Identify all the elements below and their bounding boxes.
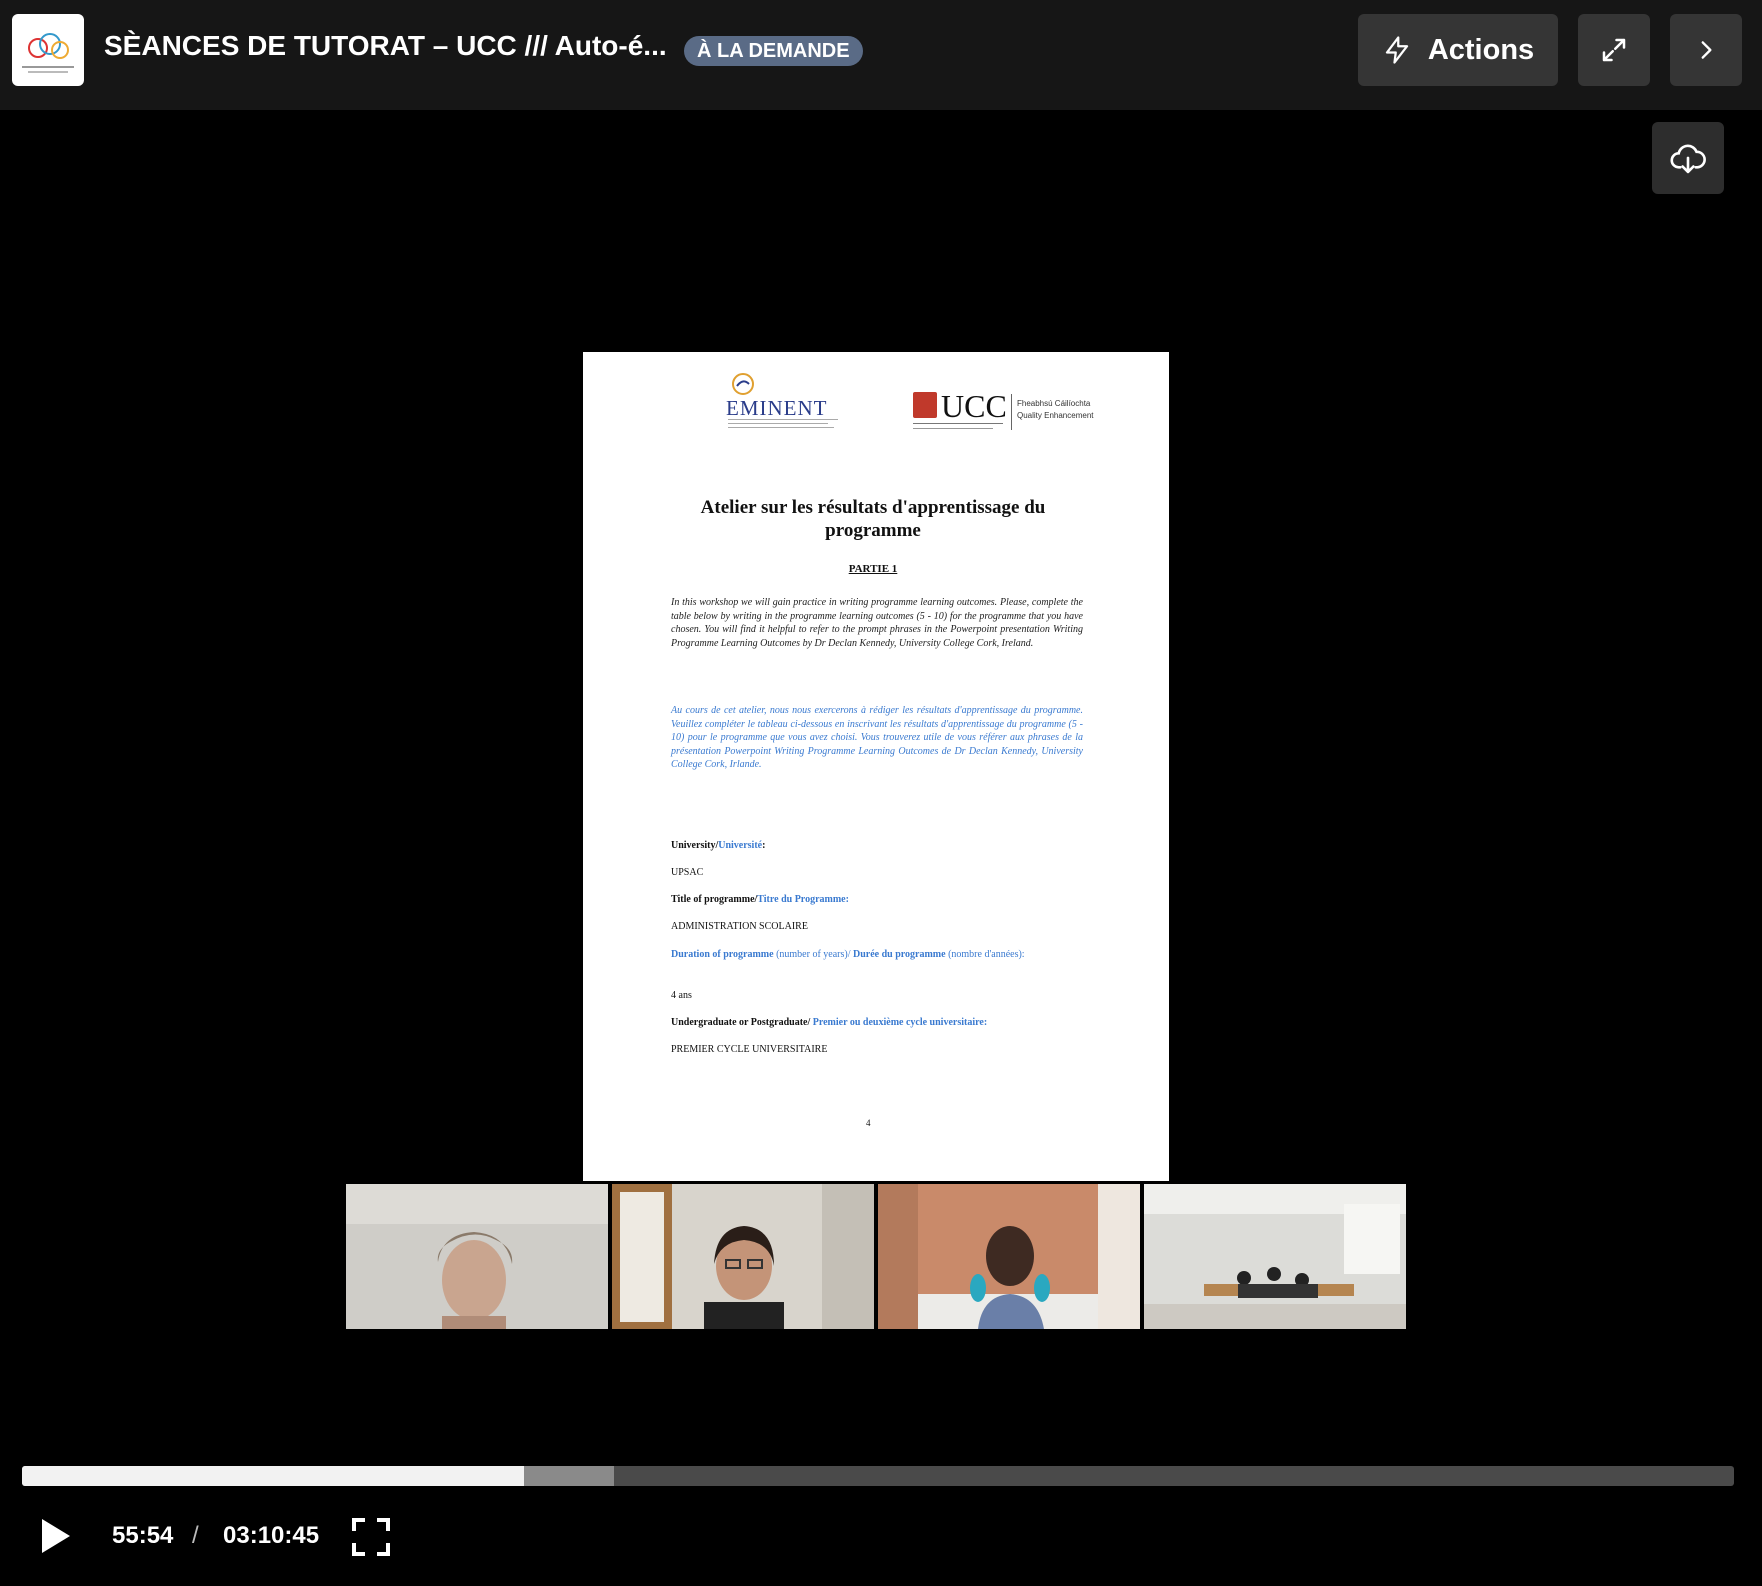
intro-paragraph-en: In this workshop we will gain practice i… — [671, 597, 1083, 649]
university-label-en: University/ — [671, 840, 719, 851]
programme-label: Title of programme/Titre du Programme: — [671, 894, 1091, 906]
duration-value: 4 ans — [671, 990, 692, 1001]
channel-logo-graphic — [22, 33, 74, 73]
participant-4-image — [1144, 1184, 1406, 1329]
progress-bar[interactable] — [22, 1466, 1734, 1486]
eminent-subtext-lines — [728, 419, 838, 428]
duration-label: Duration of programme (number of years)/… — [671, 949, 1051, 961]
eminent-logo-subtext — [728, 418, 838, 433]
level-value: PREMIER CYCLE UNIVERSITAIRE — [671, 1044, 828, 1055]
progress-played — [22, 1466, 524, 1486]
video-title: SÈANCES DE TUTORAT – UCC /// Auto-é... — [104, 30, 667, 61]
level-label-fr: Premier ou deuxième cycle universitaire: — [812, 1017, 988, 1028]
next-button[interactable] — [1670, 14, 1742, 86]
current-time: 55:54 — [112, 1522, 174, 1549]
channel-logo[interactable] — [12, 14, 84, 86]
expand-button[interactable] — [1578, 14, 1650, 86]
participant-1-image — [346, 1184, 608, 1329]
participant-video-3[interactable] — [878, 1184, 1140, 1329]
level-label-en: Undergraduate or Postgraduate/ — [671, 1017, 811, 1028]
ucc-department-line-1: Fheabhsú Cáilíochta — [1017, 399, 1091, 408]
ucc-subtext-lines — [913, 423, 1003, 429]
ucc-department: Fheabhsú Cáilíochta Quality Enhancement — [1017, 398, 1094, 422]
programme-label-en: Title of programme/ — [671, 894, 758, 905]
on-demand-badge: À LA DEMANDE — [684, 36, 863, 66]
university-label: University/Université: — [671, 840, 766, 851]
expand-icon — [1602, 38, 1626, 62]
duration-time: 03:10:45 — [223, 1522, 320, 1549]
duration-label-en: Duration of programme — [671, 949, 774, 960]
download-button[interactable] — [1652, 122, 1724, 194]
actions-button-label: Actions — [1427, 33, 1535, 66]
university-value: UPSAC — [671, 867, 704, 878]
ucc-logo-divider — [1011, 394, 1012, 430]
fullscreen-button[interactable] — [352, 1518, 390, 1556]
participant-video-1[interactable] — [346, 1184, 608, 1329]
play-icon — [42, 1519, 70, 1553]
ucc-crest-icon — [913, 392, 937, 418]
cloud-download-icon — [1670, 144, 1706, 174]
document-title: Atelier sur les résultats d'apprentissag… — [700, 497, 1046, 541]
participant-strip — [346, 1184, 1406, 1329]
participant-3-image — [878, 1184, 1140, 1329]
participant-2-image — [612, 1184, 874, 1329]
chevron-right-icon — [1701, 41, 1712, 59]
fullscreen-icon — [352, 1518, 390, 1556]
eminent-logo-icon — [732, 373, 754, 395]
programme-label-fr: Titre du Programme: — [757, 894, 849, 905]
ucc-logo: UCC — [941, 388, 1007, 424]
duration-hint-en: (number of years)/ — [776, 949, 851, 960]
shared-document: EMINENT UCC Fheabhsú Cáilíochta Quality … — [583, 352, 1169, 1181]
time-separator: / — [192, 1522, 199, 1549]
programme-value: ADMINISTRATION SCOLAIRE — [671, 921, 808, 932]
ucc-department-line-2: Quality Enhancement — [1017, 411, 1094, 420]
participant-video-2[interactable] — [612, 1184, 874, 1329]
duration-hint-fr: (nombre d'années): — [948, 949, 1025, 960]
university-label-fr: Université — [718, 840, 763, 851]
document-part: PARTIE 1 — [848, 563, 898, 575]
actions-button[interactable]: Actions — [1358, 14, 1558, 86]
level-label: Undergraduate or Postgraduate/ Premier o… — [671, 1017, 1091, 1029]
ucc-logo-subtext — [913, 422, 1013, 437]
intro-paragraph-fr: Au cours de cet atelier, nous nous exerc… — [671, 705, 1083, 770]
page-number: 4 — [866, 1118, 871, 1128]
lightning-icon — [1385, 36, 1408, 64]
play-button[interactable] — [38, 1516, 74, 1556]
header-bar: SÈANCES DE TUTORAT – UCC /// Auto-é... À… — [0, 0, 1762, 110]
participant-video-4[interactable] — [1144, 1184, 1406, 1329]
duration-label-fr: Durée du programme — [853, 949, 946, 960]
